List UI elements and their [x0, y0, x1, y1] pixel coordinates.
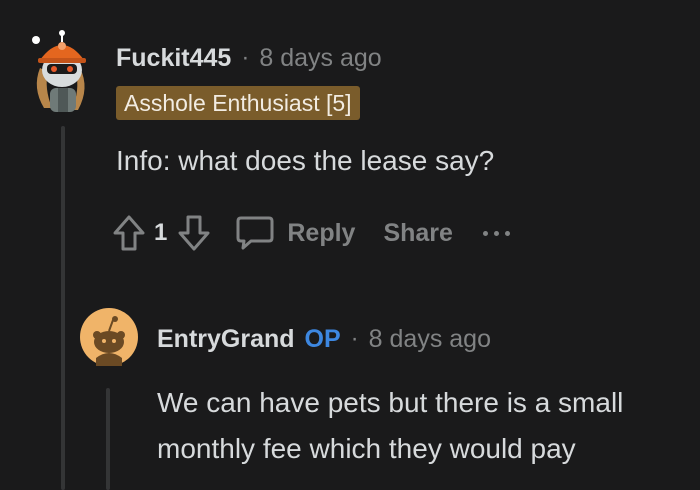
timestamp[interactable]: 8 days ago	[369, 325, 491, 354]
separator: ·	[350, 325, 359, 352]
snoo-avatar-icon	[80, 308, 138, 366]
snoo-avatar-icon	[32, 30, 86, 112]
op-badge: OP	[304, 324, 341, 353]
timestamp[interactable]: 8 days ago	[259, 44, 381, 73]
comment-actions: 1 Reply Share	[112, 208, 510, 258]
comment-meta: EntryGrand OP · 8 days ago	[157, 322, 491, 356]
comment-meta: Fuckit445 · 8 days ago	[116, 42, 382, 74]
reply-label: Reply	[287, 218, 356, 247]
comment-body: Info: what does the lease say?	[116, 145, 495, 176]
comment-thread: Fuckit445 · 8 days ago Asshole Enthusias…	[0, 0, 700, 490]
separator: ·	[241, 44, 250, 71]
vote-count: 1	[154, 219, 168, 246]
thread-line[interactable]	[106, 388, 110, 490]
reply-button[interactable]: Reply	[235, 214, 355, 252]
comment-body: We can have pets but there is a small mo…	[157, 387, 624, 464]
user-avatar[interactable]	[80, 308, 138, 366]
user-avatar[interactable]	[22, 28, 102, 114]
thread-line[interactable]	[61, 126, 65, 490]
user-flair: Asshole Enthusiast [5]	[116, 86, 360, 120]
ellipsis-icon[interactable]	[482, 230, 510, 236]
share-button[interactable]: Share	[383, 219, 452, 248]
upvote-arrow-icon[interactable]	[112, 213, 146, 253]
username[interactable]: EntryGrand	[157, 325, 295, 354]
downvote-arrow-icon[interactable]	[177, 213, 211, 253]
speech-bubble-icon	[235, 214, 275, 252]
username[interactable]: Fuckit445	[116, 44, 231, 73]
